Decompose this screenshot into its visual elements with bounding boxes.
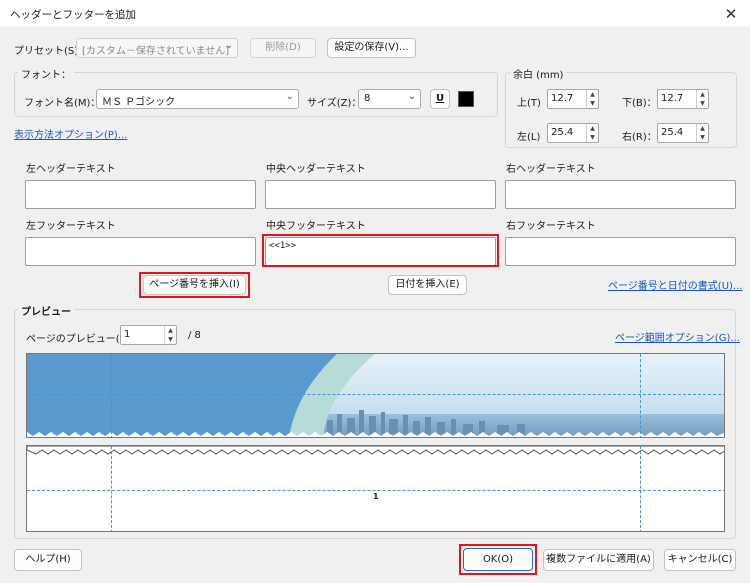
underline-button[interactable]: U: [430, 89, 450, 109]
landscape-image: [27, 354, 724, 437]
right-footer-label: 右フッターテキスト: [506, 221, 596, 232]
margin-bottom-value: 12.7: [661, 93, 684, 104]
margin-right-label: 右(R)：: [622, 132, 657, 143]
margin-left-value: 25.4: [551, 127, 574, 138]
left-header-label: 左ヘッダーテキスト: [26, 164, 116, 175]
delete-preset-button: 削除(D): [250, 38, 316, 58]
chevron-down-icon: ⌄: [224, 40, 233, 51]
ok-button[interactable]: OK(O): [463, 548, 533, 571]
page-date-format-link[interactable]: ページ番号と日付の書式(U)...: [608, 277, 742, 292]
window-title: ヘッダーとフッターを追加: [10, 9, 136, 21]
right-footer-input[interactable]: [505, 237, 736, 266]
preset-select: [カスタム－保存されていません] ⌄: [76, 38, 238, 58]
font-name-label: フォント名(M)：: [24, 98, 101, 109]
center-footer-label: 中央フッターテキスト: [266, 221, 366, 232]
margin-guide-left: [111, 354, 112, 437]
margin-guide-bottom: [27, 490, 724, 491]
insert-date-button[interactable]: 日付を挿入(E): [388, 275, 467, 295]
title-bar: ヘッダーとフッターを追加 ✕: [0, 0, 750, 28]
preview-total-pages: / 8: [188, 330, 201, 341]
margin-left-spinner[interactable]: 25.4 ▲ ▼: [547, 123, 599, 143]
spin-arrows-icon[interactable]: ▲ ▼: [696, 124, 708, 142]
chevron-down-icon: ⌄: [407, 91, 416, 102]
preview-page-label: ページのプレビュー(E): [26, 334, 130, 345]
right-header-label: 右ヘッダーテキスト: [506, 164, 596, 175]
insert-page-number-button[interactable]: ページ番号を挿入(I): [143, 275, 246, 295]
font-name-select[interactable]: ＭＳ Ｐゴシック ⌄: [96, 89, 299, 109]
font-color-swatch[interactable]: [458, 91, 474, 107]
cancel-button[interactable]: キャンセル(C): [664, 549, 736, 571]
preview-page-value: 1: [124, 329, 131, 340]
font-name-value: ＭＳ Ｐゴシック: [102, 97, 176, 108]
close-icon[interactable]: ✕: [716, 2, 746, 26]
preset-value: [カスタム－保存されていません]: [82, 46, 230, 57]
center-header-label: 中央ヘッダーテキスト: [266, 164, 366, 175]
preview-page-blank: 1: [26, 445, 725, 532]
margin-guide-top: [27, 394, 724, 395]
margin-right-value: 25.4: [661, 127, 684, 138]
margin-top-label: 上(T): [517, 98, 541, 109]
margin-guide-right: [640, 446, 641, 531]
margin-bottom-spinner[interactable]: 12.7 ▲ ▼: [657, 89, 709, 109]
margin-guide-right: [640, 354, 641, 437]
spin-arrows-icon[interactable]: ▲ ▼: [586, 124, 598, 142]
help-button[interactable]: ヘルプ(H): [14, 549, 82, 571]
chevron-down-icon: ⌄: [285, 91, 294, 102]
center-header-input[interactable]: [265, 180, 496, 209]
left-footer-label: 左フッターテキスト: [26, 221, 116, 232]
spin-arrows-icon[interactable]: ▲ ▼: [164, 326, 176, 344]
font-size-value: 8: [364, 93, 371, 104]
font-size-select[interactable]: 8 ⌄: [358, 89, 421, 109]
margin-top-value: 12.7: [551, 93, 574, 104]
margin-guide-left: [111, 446, 112, 531]
left-footer-input[interactable]: [25, 237, 256, 266]
preview-page-spinner[interactable]: 1 ▲ ▼: [120, 325, 177, 345]
margin-right-spinner[interactable]: 25.4 ▲ ▼: [657, 123, 709, 143]
highlight-center-footer: [262, 234, 499, 267]
display-options-link[interactable]: 表示方法オプション(P)...: [14, 126, 127, 141]
left-header-input[interactable]: [25, 180, 256, 209]
margin-top-spinner[interactable]: 12.7 ▲ ▼: [547, 89, 599, 109]
torn-edge: [27, 446, 724, 455]
spin-arrows-icon[interactable]: ▲ ▼: [696, 90, 708, 108]
page-range-options-link[interactable]: ページ範囲オプション(G)...: [615, 329, 740, 344]
preview-page-image: [26, 353, 725, 438]
margin-left-label: 左(L): [517, 132, 541, 143]
margin-group-label: 余白 (mm): [510, 66, 567, 81]
right-header-input[interactable]: [505, 180, 736, 209]
font-group-label: フォント：: [18, 66, 74, 81]
save-preset-button[interactable]: 設定の保存(V)...: [327, 38, 416, 58]
apply-multiple-files-button[interactable]: 複数ファイルに適用(A): [543, 549, 654, 571]
font-size-label: サイズ(Z)：: [307, 98, 362, 109]
preview-group-label: プレビュー: [18, 303, 74, 318]
spin-arrows-icon[interactable]: ▲ ▼: [586, 90, 598, 108]
preview-page-number: 1: [373, 492, 379, 501]
margin-bottom-label: 下(B)：: [622, 98, 657, 109]
